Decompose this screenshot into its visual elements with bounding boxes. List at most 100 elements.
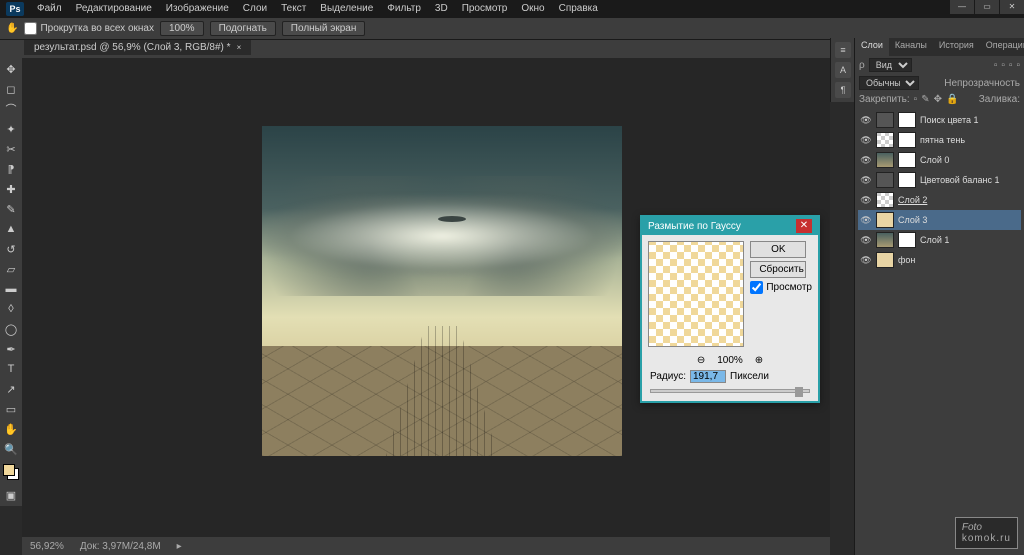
filter-icon[interactable]: ▫ xyxy=(1016,60,1020,71)
menu-select[interactable]: Выделение xyxy=(313,0,380,18)
menu-filter[interactable]: Фильтр xyxy=(380,0,428,18)
eraser-tool[interactable]: ▱ xyxy=(2,260,20,278)
slider-thumb[interactable] xyxy=(795,387,803,397)
menu-image[interactable]: Изображение xyxy=(159,0,236,18)
filter-icon[interactable]: ▫ xyxy=(994,60,998,71)
layer-thumbnail[interactable] xyxy=(876,172,894,188)
tab-history[interactable]: История xyxy=(933,38,980,56)
zoom-in-icon[interactable]: ⊕ xyxy=(755,355,763,366)
layer-name-label[interactable]: Слой 2 xyxy=(898,195,1019,205)
layer-row[interactable]: 👁 пятна тень xyxy=(858,130,1021,150)
pen-tool[interactable]: ✒ xyxy=(2,340,20,358)
close-tab-icon[interactable]: × xyxy=(237,43,242,52)
filter-kind-select[interactable]: Вид xyxy=(869,58,912,72)
visibility-icon[interactable]: 👁 xyxy=(860,175,872,186)
menu-3d[interactable]: 3D xyxy=(428,0,455,18)
type-tool[interactable]: T xyxy=(2,360,20,378)
preview-checkbox[interactable]: Просмотр xyxy=(750,281,812,294)
color-swatches[interactable] xyxy=(3,464,19,480)
lock-icon[interactable]: 🔒 xyxy=(946,94,958,105)
layer-name-label[interactable]: Слой 3 xyxy=(898,215,1019,225)
path-tool[interactable]: ↗ xyxy=(2,380,20,398)
layer-thumbnail[interactable] xyxy=(876,132,894,148)
brush-tool[interactable]: ✎ xyxy=(2,200,20,218)
fullscreen-button[interactable]: Полный экран xyxy=(282,21,366,36)
visibility-icon[interactable]: 👁 xyxy=(860,195,872,206)
layer-row[interactable]: 👁 Слой 1 xyxy=(858,230,1021,250)
tab-actions[interactable]: Операции xyxy=(980,38,1024,56)
eyedropper-tool[interactable]: ⁋ xyxy=(2,160,20,178)
history-brush-tool[interactable]: ↺ xyxy=(2,240,20,258)
dialog-preview[interactable] xyxy=(648,241,744,347)
layer-row[interactable]: 👁 Слой 0 xyxy=(858,150,1021,170)
reset-button[interactable]: Сбросить xyxy=(750,261,806,278)
scroll-all-check[interactable]: Прокрутка во всех окнах xyxy=(24,22,154,35)
menu-view[interactable]: Просмотр xyxy=(455,0,515,18)
filter-icon[interactable]: ▫ xyxy=(1009,60,1013,71)
menu-edit[interactable]: Редактирование xyxy=(69,0,159,18)
crop-tool[interactable]: ✂ xyxy=(2,140,20,158)
menu-layers[interactable]: Слои xyxy=(236,0,274,18)
layer-name-label[interactable]: Слой 1 xyxy=(920,235,1019,245)
history-panel-icon[interactable]: ≡ xyxy=(835,42,851,58)
blend-mode-select[interactable]: Обычные xyxy=(859,76,919,90)
zoom-100-button[interactable]: 100% xyxy=(160,21,204,36)
layer-name-label[interactable]: Цветовой баланс 1 xyxy=(920,175,1019,185)
layer-mask-thumbnail[interactable] xyxy=(898,152,916,168)
lock-icon[interactable]: ✎ xyxy=(921,94,929,105)
status-zoom[interactable]: 56,92% xyxy=(30,541,64,552)
document-tab[interactable]: результат.psd @ 56,9% (Слой 3, RGB/8#) *… xyxy=(24,40,251,55)
layer-name-label[interactable]: фон xyxy=(898,255,1019,265)
layer-thumbnail[interactable] xyxy=(876,212,894,228)
shape-tool[interactable]: ▭ xyxy=(2,400,20,418)
window-minimize[interactable]: — xyxy=(950,0,974,14)
visibility-icon[interactable]: 👁 xyxy=(860,255,872,266)
menu-help[interactable]: Справка xyxy=(552,0,605,18)
layer-row[interactable]: 👁 Поиск цвета 1 xyxy=(858,110,1021,130)
dialog-close-button[interactable]: ✕ xyxy=(796,219,812,233)
stamp-tool[interactable]: ▲ xyxy=(2,220,20,238)
hand-tool[interactable]: ✋ xyxy=(2,420,20,438)
tab-channels[interactable]: Каналы xyxy=(889,38,933,56)
layer-name-label[interactable]: пятна тень xyxy=(920,135,1019,145)
visibility-icon[interactable]: 👁 xyxy=(860,235,872,246)
tab-layers[interactable]: Слои xyxy=(855,38,889,56)
layer-thumbnail[interactable] xyxy=(876,152,894,168)
character-panel-icon[interactable]: A xyxy=(835,62,851,78)
marquee-tool[interactable]: ◻ xyxy=(2,80,20,98)
window-close[interactable]: ✕ xyxy=(1000,0,1024,14)
layer-thumbnail[interactable] xyxy=(876,252,894,268)
visibility-icon[interactable]: 👁 xyxy=(860,115,872,126)
dodge-tool[interactable]: ◯ xyxy=(2,320,20,338)
menu-text[interactable]: Текст xyxy=(274,0,313,18)
move-tool[interactable]: ✥ xyxy=(2,60,20,78)
visibility-icon[interactable]: 👁 xyxy=(860,135,872,146)
layer-mask-thumbnail[interactable] xyxy=(898,232,916,248)
layer-row[interactable]: 👁 Цветовой баланс 1 xyxy=(858,170,1021,190)
layer-thumbnail[interactable] xyxy=(876,192,894,208)
lock-icon[interactable]: ▫ xyxy=(914,94,918,105)
paragraph-panel-icon[interactable]: ¶ xyxy=(835,82,851,98)
status-arrow-icon[interactable]: ▸ xyxy=(177,541,182,552)
menu-file[interactable]: Файл xyxy=(30,0,69,18)
zoom-out-icon[interactable]: ⊖ xyxy=(697,355,705,366)
filter-icon[interactable]: ▫ xyxy=(1001,60,1005,71)
ok-button[interactable]: OK xyxy=(750,241,806,258)
layer-mask-thumbnail[interactable] xyxy=(898,132,916,148)
blur-tool[interactable]: ◊ xyxy=(2,300,20,318)
fit-button[interactable]: Подогнать xyxy=(210,21,276,36)
lasso-tool[interactable]: ⌒ xyxy=(2,100,20,118)
layer-thumbnail[interactable] xyxy=(876,232,894,248)
visibility-icon[interactable]: 👁 xyxy=(860,155,872,166)
layer-mask-thumbnail[interactable] xyxy=(898,112,916,128)
window-maximize[interactable]: ▭ xyxy=(975,0,999,14)
layer-row[interactable]: 👁 Слой 3 xyxy=(858,210,1021,230)
lock-icon[interactable]: ✥ xyxy=(934,94,942,105)
layer-name-label[interactable]: Поиск цвета 1 xyxy=(920,115,1019,125)
dialog-titlebar[interactable]: Размытие по Гауссу ✕ xyxy=(642,217,818,235)
layer-thumbnail[interactable] xyxy=(876,112,894,128)
menu-window[interactable]: Окно xyxy=(514,0,551,18)
visibility-icon[interactable]: 👁 xyxy=(860,215,872,226)
quickmask-tool[interactable]: ▣ xyxy=(2,486,20,504)
layer-name-label[interactable]: Слой 0 xyxy=(920,155,1019,165)
